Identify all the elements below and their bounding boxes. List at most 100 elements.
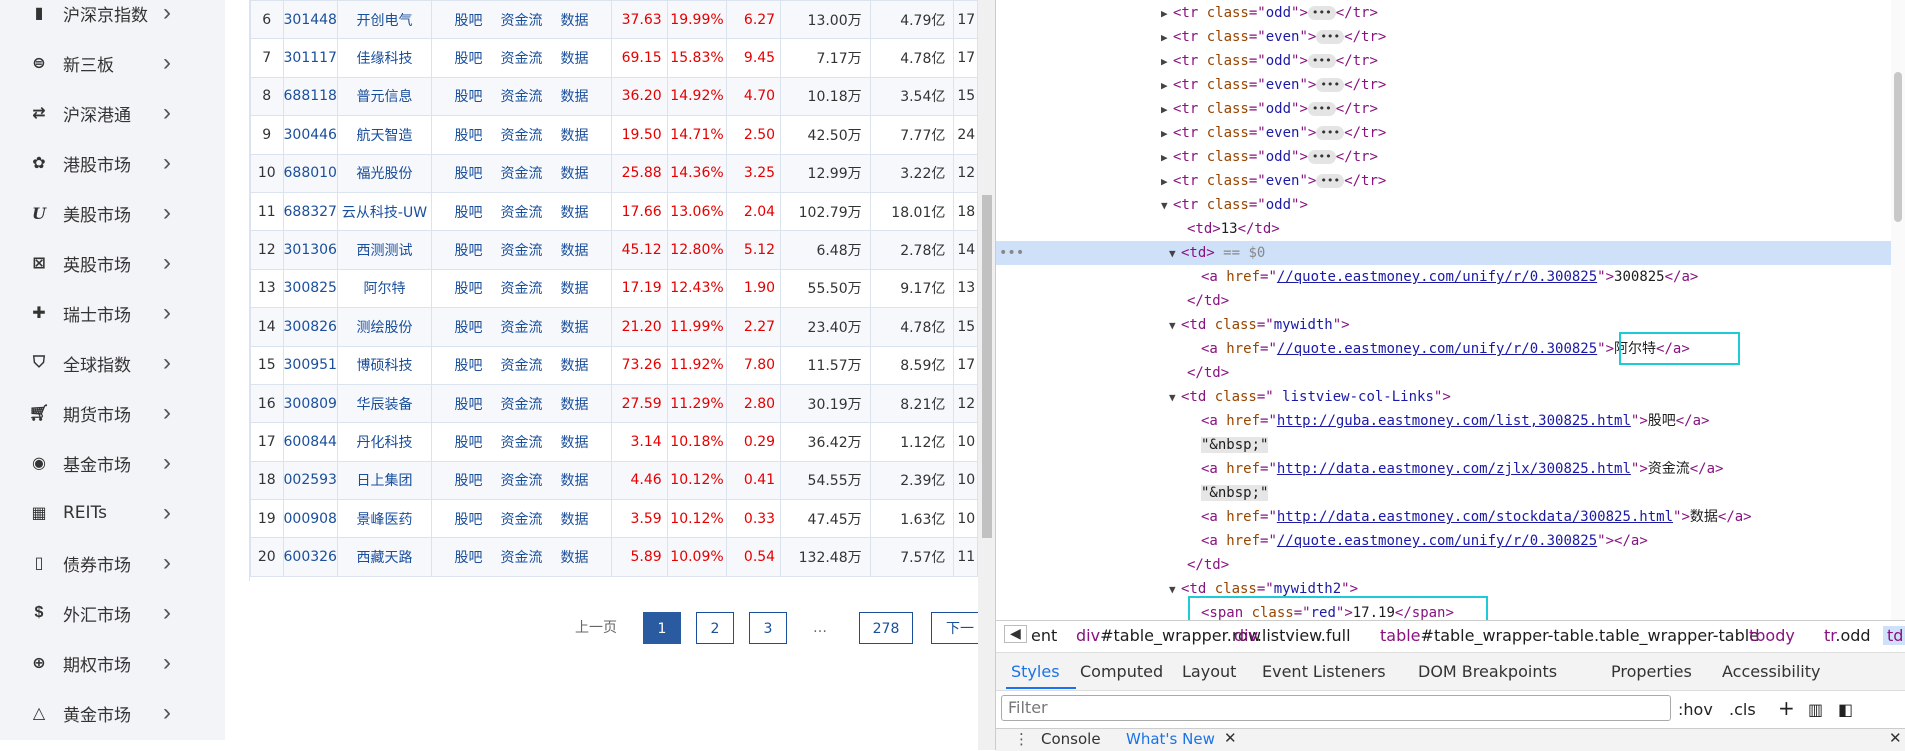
stock-code-link[interactable]: 600326 <box>282 537 338 577</box>
guba-link[interactable]: 股吧 <box>455 358 483 374</box>
stock-code-link[interactable]: 600844 <box>282 422 338 462</box>
sidebar-item[interactable]: $ 外汇市场 › <box>0 588 225 638</box>
stock-name-link[interactable]: 普元信息 <box>336 76 432 117</box>
dom-line-tr-collapsed[interactable]: ▶ <tr class="odd"> ••• </tr> <box>1161 49 1378 73</box>
tab-accessibility[interactable]: Accessibility <box>1722 662 1820 681</box>
sidebar-item[interactable]: ⊜ 新三板 › <box>0 38 225 88</box>
page-scrollbar-thumb[interactable] <box>982 195 992 538</box>
href-link[interactable]: http://guba.eastmoney.com/list,300825.ht… <box>1277 413 1631 429</box>
data-link[interactable]: 数据 <box>561 51 589 67</box>
sidebar-item[interactable]: △ 黄金市场 › <box>0 688 225 738</box>
toggle-sidebar-icon[interactable]: ◧ <box>1838 700 1853 719</box>
hov-toggle[interactable]: :hov <box>1678 700 1713 719</box>
stock-code-link[interactable]: 300951 <box>282 345 338 385</box>
stock-code-link[interactable]: 300446 <box>282 115 338 155</box>
stock-name-link[interactable]: 日上集团 <box>336 460 432 501</box>
ellipsis-icon[interactable]: ••• <box>1307 6 1336 20</box>
href-link[interactable]: //quote.eastmoney.com/unify/r/0.300825 <box>1277 341 1597 357</box>
fund-flow-link[interactable]: 资金流 <box>501 13 543 29</box>
data-link[interactable]: 数据 <box>561 13 589 29</box>
guba-link[interactable]: 股吧 <box>455 13 483 29</box>
fund-flow-link[interactable]: 资金流 <box>501 205 543 221</box>
prev-page-button[interactable]: 上一页 <box>566 612 626 644</box>
dom-line-tr-collapsed[interactable]: ▶ <tr class="odd"> ••• </tr> <box>1161 145 1378 169</box>
stock-name-link[interactable]: 云从科技-UW <box>336 191 432 232</box>
guba-link[interactable]: 股吧 <box>455 128 483 144</box>
dom-line-td-index[interactable]: <td>13</td> <box>1187 217 1280 241</box>
dom-line-td-close[interactable]: </td> <box>1187 361 1229 385</box>
data-link[interactable]: 数据 <box>561 166 589 182</box>
fund-flow-link[interactable]: 资金流 <box>501 358 543 374</box>
tab-layout[interactable]: Layout <box>1182 662 1236 681</box>
stock-name-link[interactable]: 航天智造 <box>336 115 432 155</box>
guba-link[interactable]: 股吧 <box>455 550 483 566</box>
ellipsis-icon[interactable]: ••• <box>1307 150 1336 164</box>
last-page-button[interactable]: 278 <box>859 612 913 644</box>
drawer-tab-console[interactable]: Console <box>1041 730 1101 748</box>
sidebar-item[interactable]: U 美股市场 › <box>0 188 225 238</box>
sidebar-item[interactable]: ▦ REITs › <box>0 488 225 538</box>
guba-link[interactable]: 股吧 <box>455 512 483 528</box>
sidebar-item[interactable]: ▮ 沪深京指数 › <box>0 0 225 38</box>
fund-flow-link[interactable]: 资金流 <box>501 550 543 566</box>
stock-name-link[interactable]: 阿尔特 <box>336 268 432 309</box>
stock-code-link[interactable]: 688010 <box>282 153 338 193</box>
data-link[interactable]: 数据 <box>561 473 589 489</box>
data-link[interactable]: 数据 <box>561 320 589 336</box>
sidebar-item[interactable]: ⇄ 沪深港通 › <box>0 88 225 138</box>
fund-flow-link[interactable]: 资金流 <box>501 166 543 182</box>
guba-link[interactable]: 股吧 <box>455 51 483 67</box>
breadcrumb-item[interactable]: ent <box>1031 626 1057 645</box>
breadcrumb-item[interactable]: table#table_wrapper-table.table_wrapper-… <box>1380 626 1759 645</box>
dom-line-tr-collapsed[interactable]: ▶ <tr class="even"> ••• </tr> <box>1161 169 1386 193</box>
dom-line-a-name[interactable]: <a href="//quote.eastmoney.com/unify/r/0… <box>1201 337 1690 361</box>
stock-code-link[interactable]: 300825 <box>282 268 338 309</box>
guba-link[interactable]: 股吧 <box>455 397 483 413</box>
stock-code-link[interactable]: 300826 <box>282 307 338 347</box>
elements-scrollbar-thumb[interactable] <box>1894 72 1902 222</box>
dom-line-tr-odd-open[interactable]: ▼ <tr class="odd"> <box>1161 193 1308 217</box>
data-link[interactable]: 数据 <box>561 550 589 566</box>
close-drawer-icon[interactable]: ✕ <box>1889 729 1902 747</box>
breadcrumb-item[interactable]: td <box>1883 626 1905 645</box>
stock-name-link[interactable]: 测绘股份 <box>336 307 432 347</box>
stock-code-link[interactable]: 000908 <box>282 499 338 539</box>
ellipsis-icon[interactable]: ••• <box>1307 102 1336 116</box>
guba-link[interactable]: 股吧 <box>455 166 483 182</box>
fund-flow-link[interactable]: 资金流 <box>501 320 543 336</box>
page-3-button[interactable]: 3 <box>749 612 787 644</box>
data-link[interactable]: 数据 <box>561 281 589 297</box>
stock-code-link[interactable]: 688327 <box>282 191 338 232</box>
dom-line-a-stockdata[interactable]: <a href="http://data.eastmoney.com/stock… <box>1201 505 1752 529</box>
stock-name-link[interactable]: 西藏天路 <box>336 537 432 577</box>
dom-line-td-selected[interactable]: ▼ <td> == $0 <box>1169 241 1265 265</box>
cls-toggle[interactable]: .cls <box>1729 700 1756 719</box>
ellipsis-icon[interactable]: ••• <box>1316 78 1345 92</box>
stock-name-link[interactable]: 丹化科技 <box>336 422 432 462</box>
page-2-button[interactable]: 2 <box>696 612 734 644</box>
sidebar-item[interactable]: ▯ 债券市场 › <box>0 538 225 588</box>
stock-name-link[interactable]: 景峰医药 <box>336 499 432 539</box>
tab-properties[interactable]: Properties <box>1611 662 1692 681</box>
stock-code-link[interactable]: 301448 <box>282 0 338 40</box>
href-link[interactable]: //quote.eastmoney.com/unify/r/0.300825 <box>1277 269 1597 285</box>
more-actions-icon[interactable]: ••• <box>999 241 1024 265</box>
stock-name-link[interactable]: 开创电气 <box>336 0 432 40</box>
guba-link[interactable]: 股吧 <box>455 473 483 489</box>
dom-line-a-empty[interactable]: <a href="//quote.eastmoney.com/unify/r/0… <box>1201 529 1648 553</box>
guba-link[interactable]: 股吧 <box>455 281 483 297</box>
breadcrumb-item[interactable]: div.listview.full <box>1234 626 1351 645</box>
tab-event-listeners[interactable]: Event Listeners <box>1262 662 1386 681</box>
dom-line-nbsp[interactable]: "&nbsp;" <box>1201 433 1269 457</box>
sidebar-item[interactable]: ✚ 瑞士市场 › <box>0 288 225 338</box>
fund-flow-link[interactable]: 资金流 <box>501 89 543 105</box>
guba-link[interactable]: 股吧 <box>455 435 483 451</box>
dom-line-a-zjlx[interactable]: <a href="http://data.eastmoney.com/zjlx/… <box>1201 457 1723 481</box>
page-1-button[interactable]: 1 <box>643 612 681 644</box>
stock-name-link[interactable]: 博硕科技 <box>336 345 432 385</box>
dom-line-tr-collapsed[interactable]: ▶ <tr class="even"> ••• </tr> <box>1161 73 1386 97</box>
ellipsis-icon[interactable]: ••• <box>1316 30 1345 44</box>
fund-flow-link[interactable]: 资金流 <box>501 473 543 489</box>
fund-flow-link[interactable]: 资金流 <box>501 281 543 297</box>
stock-code-link[interactable]: 301117 <box>282 38 338 78</box>
